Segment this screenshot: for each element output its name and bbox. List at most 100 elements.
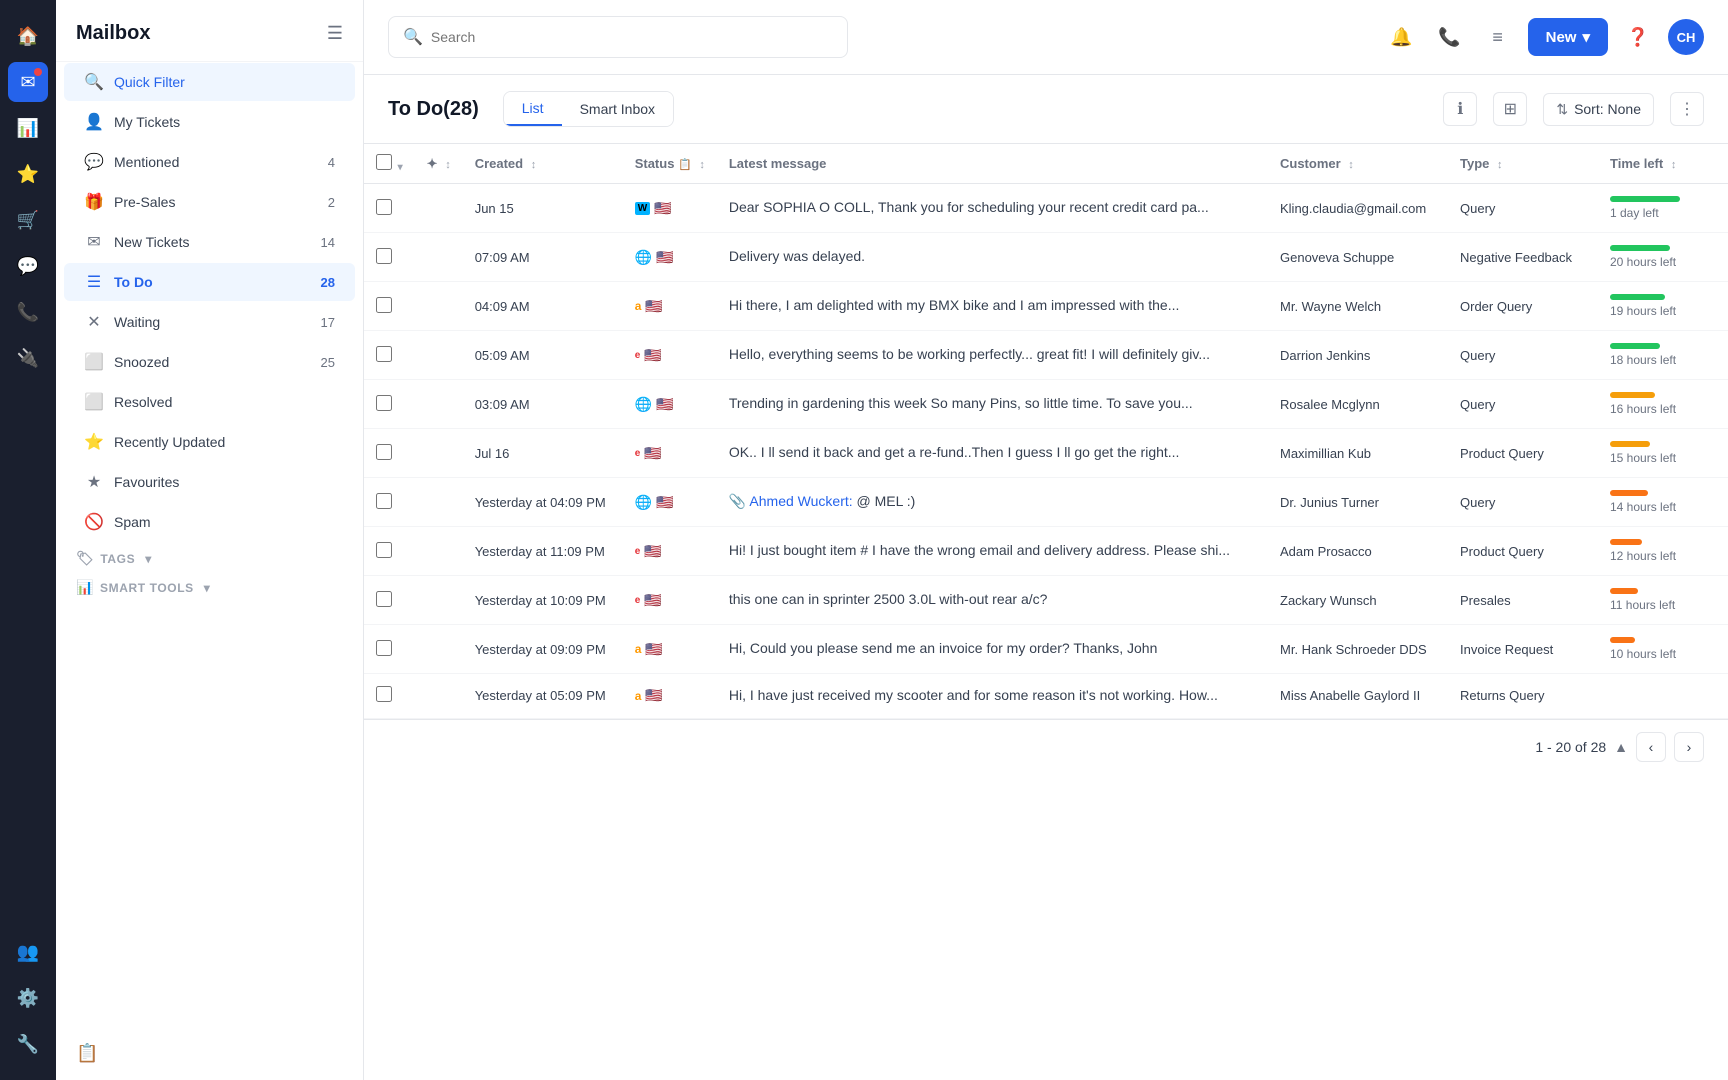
flag-icon: 🇺🇸 — [654, 200, 671, 217]
header-status[interactable]: Status 📋 ↕ — [623, 144, 717, 184]
row-checkbox-cell — [364, 478, 415, 527]
notifications-icon[interactable]: 🔔 — [1384, 19, 1420, 55]
sidebar-item-waiting[interactable]: ✕ Waiting 17 — [64, 303, 355, 341]
message-sender: 📎 Ahmed Wuckert: — [729, 493, 853, 509]
row-created: 05:09 AM — [463, 331, 623, 380]
rail-home-icon[interactable]: 🏠 — [8, 16, 48, 56]
time-bar — [1610, 343, 1660, 349]
row-checkbox[interactable] — [376, 640, 392, 656]
header-time-left[interactable]: Time left ↕ — [1598, 144, 1728, 184]
row-checkbox[interactable] — [376, 297, 392, 313]
source-wix-icon: W — [635, 202, 650, 215]
table-row[interactable]: 04:09 AM a 🇺🇸 Hi there, I am delighted w… — [364, 282, 1728, 331]
rail-users-icon[interactable]: 👥 — [8, 932, 48, 972]
header-type[interactable]: Type ↕ — [1448, 144, 1598, 184]
pagination-expand-icon[interactable]: ▲ — [1614, 739, 1628, 755]
rail-chat-icon[interactable]: 💬 — [8, 246, 48, 286]
smart-inbox-view-button[interactable]: Smart Inbox — [562, 92, 673, 126]
source-ebay-icon: e — [635, 546, 641, 557]
table-row[interactable]: Yesterday at 09:09 PM a 🇺🇸 Hi, Could you… — [364, 625, 1728, 674]
row-checkbox[interactable] — [376, 591, 392, 607]
rail-star-icon[interactable]: ⭐ — [8, 154, 48, 194]
row-created: 04:09 AM — [463, 282, 623, 331]
sidebar-item-recently-updated[interactable]: ⭐ Recently Updated — [64, 423, 355, 461]
sidebar-item-new-tickets[interactable]: ✉ New Tickets 14 — [64, 223, 355, 261]
table-row[interactable]: Yesterday at 10:09 PM e 🇺🇸 this one can … — [364, 576, 1728, 625]
table-header-row: ▾ ✦ ↕ Created ↕ Status 📋 ↕ Latest messag… — [364, 144, 1728, 184]
source-amazon-icon: a — [635, 299, 642, 313]
time-bar — [1610, 196, 1680, 202]
tags-section[interactable]: 🏷 TAGS ▾ — [56, 542, 363, 571]
sidebar-item-quick-filter[interactable]: 🔍 Quick Filter — [64, 63, 355, 101]
row-created: Yesterday at 04:09 PM — [463, 478, 623, 527]
rail-chart-icon[interactable]: 📊 — [8, 108, 48, 148]
row-created: Yesterday at 10:09 PM — [463, 576, 623, 625]
time-bar — [1610, 490, 1648, 496]
avatar[interactable]: CH — [1668, 19, 1704, 55]
row-created: Yesterday at 09:09 PM — [463, 625, 623, 674]
row-checkbox[interactable] — [376, 493, 392, 509]
sidebar-item-my-tickets[interactable]: 👤 My Tickets — [64, 103, 355, 141]
table-row[interactable]: Yesterday at 05:09 PM a 🇺🇸 Hi, I have ju… — [364, 674, 1728, 719]
row-checkbox[interactable] — [376, 444, 392, 460]
table-row[interactable]: 03:09 AM 🌐 🇺🇸 Trending in gardening this… — [364, 380, 1728, 429]
table-row[interactable]: 05:09 AM e 🇺🇸 Hello, everything seems to… — [364, 331, 1728, 380]
row-status: 🌐 🇺🇸 — [623, 478, 717, 527]
row-checkbox[interactable] — [376, 199, 392, 215]
sidebar-item-favourites[interactable]: ★ Favourites — [64, 463, 355, 501]
rail-modules-icon[interactable]: ⚙️ — [8, 978, 48, 1018]
phone-icon[interactable]: 📞 — [1432, 19, 1468, 55]
content-title: To Do(28) — [388, 98, 479, 121]
row-checkbox-cell — [364, 429, 415, 478]
more-options-icon[interactable]: ⋮ — [1670, 92, 1704, 126]
columns-icon[interactable]: ⊞ — [1493, 92, 1527, 126]
row-type: Returns Query — [1448, 674, 1598, 719]
sidebar-item-mentioned[interactable]: 💬 Mentioned 4 — [64, 143, 355, 181]
sidebar-item-to-do[interactable]: ☰ To Do 28 — [64, 263, 355, 301]
sidebar-item-snoozed[interactable]: ⬜ Snoozed 25 — [64, 343, 355, 381]
smart-tools-section[interactable]: 📊 SMART TOOLS ▾ — [56, 571, 363, 600]
table-row[interactable]: Yesterday at 04:09 PM 🌐 🇺🇸 📎 Ahmed Wucke… — [364, 478, 1728, 527]
search-box[interactable]: 🔍 — [388, 16, 848, 58]
help-icon[interactable]: ❓ — [1620, 19, 1656, 55]
source-flag-container: W 🇺🇸 — [635, 200, 705, 217]
sidebar-bottom-layout-icon[interactable]: 📋 — [76, 1043, 98, 1064]
filter-icon[interactable]: ≡ — [1480, 19, 1516, 55]
time-bar — [1610, 245, 1670, 251]
rail-plugin-icon[interactable]: 🔌 — [8, 338, 48, 378]
row-customer: Darrion Jenkins — [1268, 331, 1448, 380]
sidebar-item-spam[interactable]: 🚫 Spam — [64, 503, 355, 541]
table-row[interactable]: Jun 15 W 🇺🇸 Dear SOPHIA O COLL, Thank yo… — [364, 184, 1728, 233]
time-bar-container: 12 hours left — [1610, 539, 1716, 563]
info-icon[interactable]: ℹ — [1443, 92, 1477, 126]
rail-phone-icon[interactable]: 📞 — [8, 292, 48, 332]
row-customer: Miss Anabelle Gaylord II — [1268, 674, 1448, 719]
new-button[interactable]: New ▾ — [1528, 18, 1608, 56]
pagination-prev-button[interactable]: ‹ — [1636, 732, 1666, 762]
rail-mail-icon[interactable]: ✉ — [8, 62, 48, 102]
table-row[interactable]: Jul 16 e 🇺🇸 OK.. I ll send it back and g… — [364, 429, 1728, 478]
table-row[interactable]: 07:09 AM 🌐 🇺🇸 Delivery was delayed. Geno… — [364, 233, 1728, 282]
rail-cart-icon[interactable]: 🛒 — [8, 200, 48, 240]
select-all-checkbox[interactable] — [376, 154, 392, 170]
rail-settings-icon[interactable]: 🔧 — [8, 1024, 48, 1064]
list-view-button[interactable]: List — [504, 92, 562, 126]
row-checkbox[interactable] — [376, 542, 392, 558]
sidebar-menu-icon[interactable]: ☰ — [327, 23, 343, 44]
favourites-icon: ★ — [84, 472, 104, 492]
row-checkbox[interactable] — [376, 248, 392, 264]
time-bar — [1610, 294, 1665, 300]
row-checkbox[interactable] — [376, 686, 392, 702]
sort-button[interactable]: ⇅ Sort: None — [1543, 93, 1654, 126]
sidebar-item-resolved[interactable]: ⬜ Resolved — [64, 383, 355, 421]
row-checkbox[interactable] — [376, 395, 392, 411]
sidebar-item-pre-sales[interactable]: 🎁 Pre-Sales 2 — [64, 183, 355, 221]
pagination-next-button[interactable]: › — [1674, 732, 1704, 762]
header-customer[interactable]: Customer ↕ — [1268, 144, 1448, 184]
header-created[interactable]: Created ↕ — [463, 144, 623, 184]
header-chevron[interactable]: ▾ — [398, 162, 403, 173]
search-input[interactable] — [431, 29, 833, 45]
row-checkbox[interactable] — [376, 346, 392, 362]
row-time-left: 14 hours left — [1598, 478, 1728, 527]
table-row[interactable]: Yesterday at 11:09 PM e 🇺🇸 Hi! I just bo… — [364, 527, 1728, 576]
